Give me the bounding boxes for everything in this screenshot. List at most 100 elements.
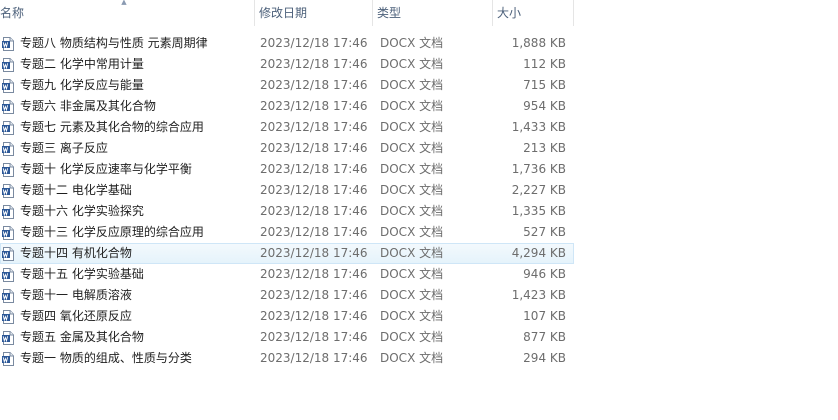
file-row[interactable]: 专题五 金属及其化合物 2023/12/18 17:46 DOCX 文档 877…: [0, 327, 574, 348]
file-size: 112 KB: [523, 57, 566, 71]
file-explorer: 名称 ▲ 修改日期 类型 大小 专题八 物质结构与性质 元素周期律 2023/1…: [0, 0, 838, 420]
file-name: 专题十二 电化学基础: [20, 183, 132, 197]
file-size: 946 KB: [523, 267, 566, 281]
file-row[interactable]: 专题七 元素及其化合物的综合应用 2023/12/18 17:46 DOCX 文…: [0, 117, 574, 138]
word-document-icon: [2, 352, 14, 366]
file-size: 1,335 KB: [511, 204, 566, 218]
file-modified-date: 2023/12/18 17:46: [260, 162, 368, 176]
file-type: DOCX 文档: [380, 162, 444, 176]
file-name: 专题二 化学中常用计量: [20, 57, 144, 71]
file-row[interactable]: 专题二 化学中常用计量 2023/12/18 17:46 DOCX 文档 112…: [0, 54, 574, 75]
file-row[interactable]: 专题十四 有机化合物 2023/12/18 17:46 DOCX 文档 4,29…: [0, 243, 574, 264]
word-document-icon: [2, 184, 14, 198]
word-document-icon: [2, 310, 14, 324]
word-document-icon: [2, 100, 14, 114]
file-row[interactable]: 专题十二 电化学基础 2023/12/18 17:46 DOCX 文档 2,22…: [0, 180, 574, 201]
column-header-size[interactable]: 大小: [493, 0, 574, 26]
file-modified-date: 2023/12/18 17:46: [260, 204, 368, 218]
file-row[interactable]: 专题四 氧化还原反应 2023/12/18 17:46 DOCX 文档 107 …: [0, 306, 574, 327]
word-document-icon: [2, 37, 14, 51]
column-header-type-label: 类型: [377, 6, 402, 20]
file-name: 专题四 氧化还原反应: [20, 309, 132, 323]
file-modified-date: 2023/12/18 17:46: [260, 309, 368, 323]
file-modified-date: 2023/12/18 17:46: [260, 57, 368, 71]
file-name: 专题一 物质的组成、性质与分类: [20, 351, 192, 365]
file-name: 专题十五 化学实验基础: [20, 267, 144, 281]
file-size: 1,736 KB: [511, 162, 566, 176]
file-type: DOCX 文档: [380, 36, 444, 50]
file-size: 1,433 KB: [511, 120, 566, 134]
column-header-type[interactable]: 类型: [373, 0, 493, 26]
file-type: DOCX 文档: [380, 183, 444, 197]
file-type: DOCX 文档: [380, 204, 444, 218]
file-type: DOCX 文档: [380, 78, 444, 92]
file-row[interactable]: 专题六 非金属及其化合物 2023/12/18 17:46 DOCX 文档 95…: [0, 96, 574, 117]
file-row[interactable]: 专题十六 化学实验探究 2023/12/18 17:46 DOCX 文档 1,3…: [0, 201, 574, 222]
column-header-size-label: 大小: [497, 6, 522, 20]
file-type: DOCX 文档: [380, 57, 444, 71]
column-header-name[interactable]: 名称 ▲: [0, 0, 255, 26]
file-name: 专题八 物质结构与性质 元素周期律: [20, 36, 208, 50]
file-type: DOCX 文档: [380, 351, 444, 365]
file-row[interactable]: 专题九 化学反应与能量 2023/12/18 17:46 DOCX 文档 715…: [0, 75, 574, 96]
file-size: 1,888 KB: [511, 36, 566, 50]
file-type: DOCX 文档: [380, 330, 444, 344]
sort-ascending-icon: ▲: [121, 0, 127, 6]
file-type: DOCX 文档: [380, 225, 444, 239]
file-name: 专题十 化学反应速率与化学平衡: [20, 162, 192, 176]
file-modified-date: 2023/12/18 17:46: [260, 36, 368, 50]
column-header-bar: 名称 ▲ 修改日期 类型 大小: [0, 0, 574, 26]
word-document-icon: [2, 247, 14, 261]
word-document-icon: [2, 79, 14, 93]
file-modified-date: 2023/12/18 17:46: [260, 246, 368, 260]
file-name: 专题五 金属及其化合物: [20, 330, 144, 344]
file-row[interactable]: 专题八 物质结构与性质 元素周期律 2023/12/18 17:46 DOCX …: [0, 33, 574, 54]
word-document-icon: [2, 226, 14, 240]
file-name: 专题十一 电解质溶液: [20, 288, 132, 302]
file-row[interactable]: 专题十五 化学实验基础 2023/12/18 17:46 DOCX 文档 946…: [0, 264, 574, 285]
file-row[interactable]: 专题一 物质的组成、性质与分类 2023/12/18 17:46 DOCX 文档…: [0, 348, 574, 369]
word-document-icon: [2, 58, 14, 72]
word-document-icon: [2, 268, 14, 282]
file-size: 1,423 KB: [511, 288, 566, 302]
file-size: 954 KB: [523, 99, 566, 113]
file-type: DOCX 文档: [380, 141, 444, 155]
file-size: 2,227 KB: [511, 183, 566, 197]
file-size: 4,294 KB: [511, 246, 566, 260]
file-name: 专题九 化学反应与能量: [20, 78, 144, 92]
file-size: 213 KB: [523, 141, 566, 155]
file-modified-date: 2023/12/18 17:46: [260, 351, 368, 365]
file-type: DOCX 文档: [380, 267, 444, 281]
file-list: 专题八 物质结构与性质 元素周期律 2023/12/18 17:46 DOCX …: [0, 33, 574, 369]
file-size: 527 KB: [523, 225, 566, 239]
word-document-icon: [2, 205, 14, 219]
word-document-icon: [2, 163, 14, 177]
file-row[interactable]: 专题三 离子反应 2023/12/18 17:46 DOCX 文档 213 KB: [0, 138, 574, 159]
file-name: 专题十六 化学实验探究: [20, 204, 144, 218]
file-row[interactable]: 专题十 化学反应速率与化学平衡 2023/12/18 17:46 DOCX 文档…: [0, 159, 574, 180]
file-modified-date: 2023/12/18 17:46: [260, 267, 368, 281]
file-name: 专题三 离子反应: [20, 141, 108, 155]
file-modified-date: 2023/12/18 17:46: [260, 288, 368, 302]
file-size: 294 KB: [523, 351, 566, 365]
file-modified-date: 2023/12/18 17:46: [260, 330, 368, 344]
word-document-icon: [2, 121, 14, 135]
file-type: DOCX 文档: [380, 99, 444, 113]
file-type: DOCX 文档: [380, 120, 444, 134]
file-modified-date: 2023/12/18 17:46: [260, 78, 368, 92]
file-modified-date: 2023/12/18 17:46: [260, 183, 368, 197]
column-header-name-label: 名称: [0, 6, 25, 20]
file-size: 877 KB: [523, 330, 566, 344]
word-document-icon: [2, 289, 14, 303]
word-document-icon: [2, 142, 14, 156]
file-name: 专题十四 有机化合物: [20, 246, 132, 260]
file-type: DOCX 文档: [380, 309, 444, 323]
file-name: 专题十三 化学反应原理的综合应用: [20, 225, 204, 239]
file-row[interactable]: 专题十三 化学反应原理的综合应用 2023/12/18 17:46 DOCX 文…: [0, 222, 574, 243]
file-row[interactable]: 专题十一 电解质溶液 2023/12/18 17:46 DOCX 文档 1,42…: [0, 285, 574, 306]
file-modified-date: 2023/12/18 17:46: [260, 141, 368, 155]
file-name: 专题七 元素及其化合物的综合应用: [20, 120, 204, 134]
word-document-icon: [2, 331, 14, 345]
file-modified-date: 2023/12/18 17:46: [260, 99, 368, 113]
column-header-date[interactable]: 修改日期: [255, 0, 373, 26]
